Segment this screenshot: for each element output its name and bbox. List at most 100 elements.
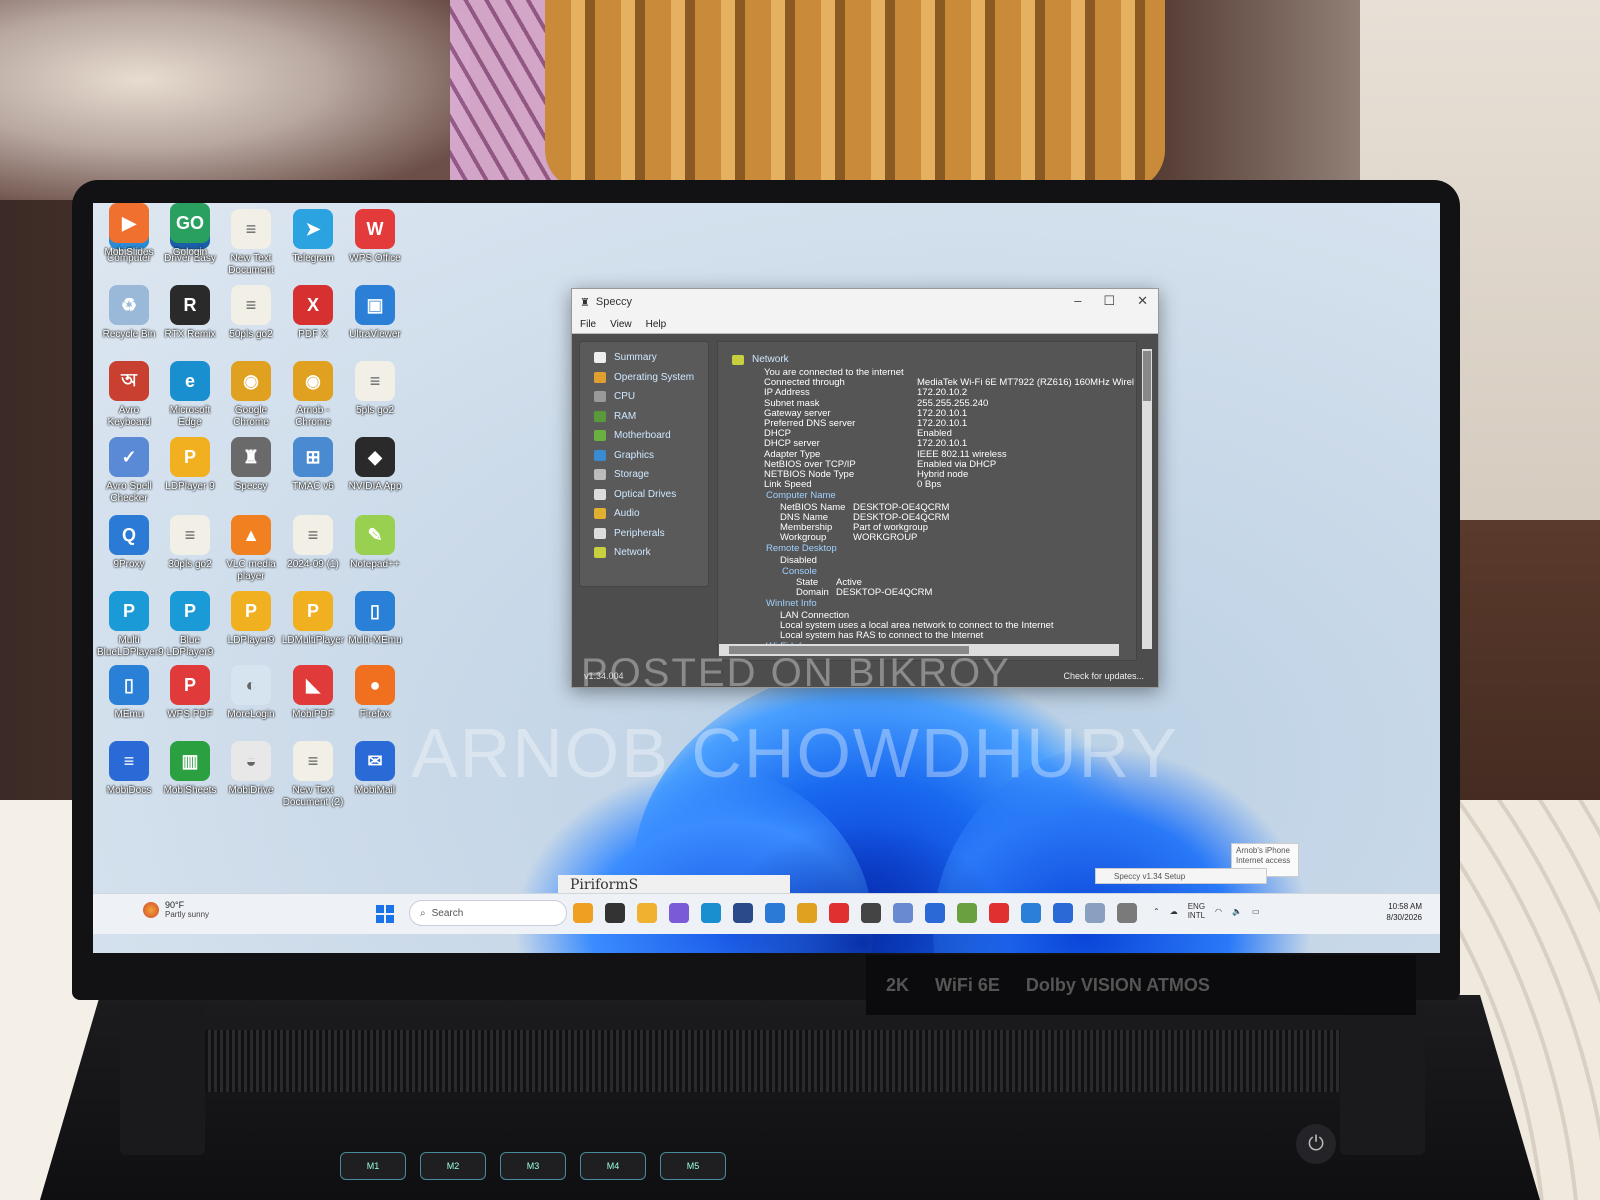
desktop-icon[interactable]: P LDMultiPlayer [281,591,345,647]
desktop-icon[interactable]: ≡ 30pls go2 [158,515,222,571]
taskbar-app-icon[interactable] [669,903,689,923]
desktop-icon[interactable]: ≡ 50pls go2 [219,285,283,341]
check-updates-link[interactable]: Check for updates... [1063,671,1144,681]
desktop-icon[interactable]: ≡ New Text Document (2) [281,741,345,809]
taskbar-app-icon[interactable] [1085,903,1105,923]
desktop-icon[interactable]: P LDPlayer 9 [158,437,222,493]
taskbar-app-icon[interactable] [637,903,657,923]
sidebar-item-audio[interactable]: Audio [580,504,708,524]
sidebar-item-label: Optical Drives [614,488,677,500]
macro-key[interactable]: M1 [340,1152,406,1180]
taskbar-app-icon[interactable] [1053,903,1073,923]
desktop-icon[interactable]: ≡ MobiDocs [97,741,161,797]
menu-file[interactable]: File [580,319,596,330]
cloud-icon[interactable]: ☁ [1170,907,1178,916]
desktop-icon[interactable]: P LDPlayer9 [219,591,283,647]
desktop-icon[interactable]: Q 9Proxy [97,515,161,571]
sidebar-item-optical-drives[interactable]: Optical Drives [580,485,708,505]
desktop-icon[interactable]: ⊞ TMAC v6 [281,437,345,493]
feature-sticker: Dolby VISION ATMOS [1025,974,1210,995]
taskbar-search[interactable]: ⌕ Search [409,900,567,926]
taskbar-app-icon[interactable] [573,903,593,923]
taskbar-app-icon[interactable] [989,903,1009,923]
desktop-icon[interactable]: ✉ MobiMail [343,741,407,797]
desktop-icon[interactable]: ▯ MEmu [97,665,161,721]
taskbar-app-icon[interactable] [861,903,881,923]
desktop-icon[interactable]: ≡ New Text Document [219,209,283,277]
desktop-icon[interactable]: ▥ MobiSheets [158,741,222,797]
taskbar-app-icon[interactable] [765,903,785,923]
title-bar[interactable]: ♜ Speccy – ☐ ✕ [572,289,1158,315]
desktop-icon[interactable]: ◉ Arnob - Chrome [281,361,345,429]
desktop-icon[interactable]: P Blue LDPlayer9 [158,591,222,659]
taskbar-app-icon[interactable] [797,903,817,923]
wifi-icon[interactable]: ◠ [1215,907,1222,916]
taskbar-app-icon[interactable] [829,903,849,923]
macro-key[interactable]: M2 [420,1152,486,1180]
sidebar-item-ram[interactable]: RAM [580,407,708,427]
sidebar-item-graphics[interactable]: Graphics [580,446,708,466]
close-icon[interactable]: ✕ [1137,293,1148,309]
desktop-icon[interactable]: ≡ 2024-09 (1) [281,515,345,571]
sidebar-item-motherboard[interactable]: Motherboard [580,426,708,446]
desktop-icon[interactable]: ≡ 5pls go2 [343,361,407,417]
windows-start-icon[interactable] [376,905,394,923]
desktop-icon-label: MobiPDF [292,709,334,720]
sidebar-item-storage[interactable]: Storage [580,465,708,485]
desktop-icon[interactable]: e Microsoft Edge [158,361,222,429]
desktop-icon[interactable]: ♜ Speccy [219,437,283,493]
desktop-icon[interactable]: ◐ MoreLogin [219,665,283,721]
vertical-scrollbar[interactable] [1142,349,1152,649]
desktop-icon[interactable]: অ Avro Keyboard [97,361,161,429]
macro-key[interactable]: M5 [660,1152,726,1180]
macro-key[interactable]: M4 [580,1152,646,1180]
desktop-icon[interactable]: P WPS PDF [158,665,222,721]
desktop-icon[interactable]: ◆ NVIDIA App [343,437,407,493]
setup-taskbar-preview[interactable]: Speccy v1.34 Setup [1095,868,1267,884]
taskbar-app-icon[interactable] [1117,903,1137,923]
taskbar-app-icon[interactable] [701,903,721,923]
piriform-window-edge[interactable]: PiriformS [558,875,790,895]
desktop-icon[interactable]: ◉ Google Chrome [219,361,283,429]
chevron-up-icon[interactable]: ⌃ [1153,907,1160,916]
minimize-icon[interactable]: – [1074,293,1081,309]
power-icon[interactable]: ⏻ [1296,1124,1336,1164]
language-indicator[interactable]: ENG INTL [1188,902,1205,920]
desktop-icon[interactable]: ✓ Avro Spell Checker [97,437,161,505]
desktop-icon[interactable]: R RTX Remix [158,285,222,341]
taskbar-app-icon[interactable] [957,903,977,923]
desktop-icon[interactable]: GO Gologin [158,203,222,259]
desktop-icon[interactable]: ▲ VLC media player [219,515,283,583]
desktop-icon[interactable]: ◣ MobiPDF [281,665,345,721]
volume-icon[interactable]: 🔈 [1232,907,1242,916]
desktop-icon[interactable]: X PDF X [281,285,345,341]
desktop-icon[interactable]: ▶ MobiSlides [97,203,161,259]
taskbar-app-icon[interactable] [733,903,753,923]
macro-key[interactable]: M3 [500,1152,566,1180]
sidebar-item-peripherals[interactable]: Peripherals [580,524,708,544]
menu-view[interactable]: View [610,319,632,330]
desktop-icon[interactable]: ▯ Multi-MEmu [343,591,407,647]
battery-icon[interactable]: ▭ [1252,907,1260,916]
taskbar-app-icon[interactable] [893,903,913,923]
desktop-icon[interactable]: ✎ Notepad++ [343,515,407,571]
system-clock[interactable]: 10:58 AM 8/30/2026 [1386,901,1422,923]
speccy-window[interactable]: ♜ Speccy – ☐ ✕ File View Help Summary Ope… [571,288,1159,688]
taskbar-app-icon[interactable] [1021,903,1041,923]
taskbar-app-icon[interactable] [605,903,625,923]
desktop-icon[interactable]: ♻ Recycle Bin [97,285,161,341]
taskbar-app-icon[interactable] [925,903,945,923]
sidebar-item-cpu[interactable]: CPU [580,387,708,407]
maximize-icon[interactable]: ☐ [1103,293,1115,309]
desktop-icon[interactable]: ➤ Telegram [281,209,345,265]
weather-widget[interactable]: 90°F Partly sunny [143,900,209,919]
sidebar-item-network[interactable]: Network [580,543,708,563]
menu-help[interactable]: Help [646,319,667,330]
desktop-icon[interactable]: P Multi BlueLDPlayer9 [97,591,164,659]
desktop-icon[interactable]: ● Firefox [343,665,407,721]
desktop-icon[interactable]: W WPS Office [343,209,407,265]
desktop-icon[interactable]: ▣ UltraViewer [343,285,407,341]
sidebar-item-operating-system[interactable]: Operating System [580,368,708,388]
sidebar-item-summary[interactable]: Summary [580,348,708,368]
desktop-icon[interactable]: ◒ MobiDrive [219,741,283,797]
